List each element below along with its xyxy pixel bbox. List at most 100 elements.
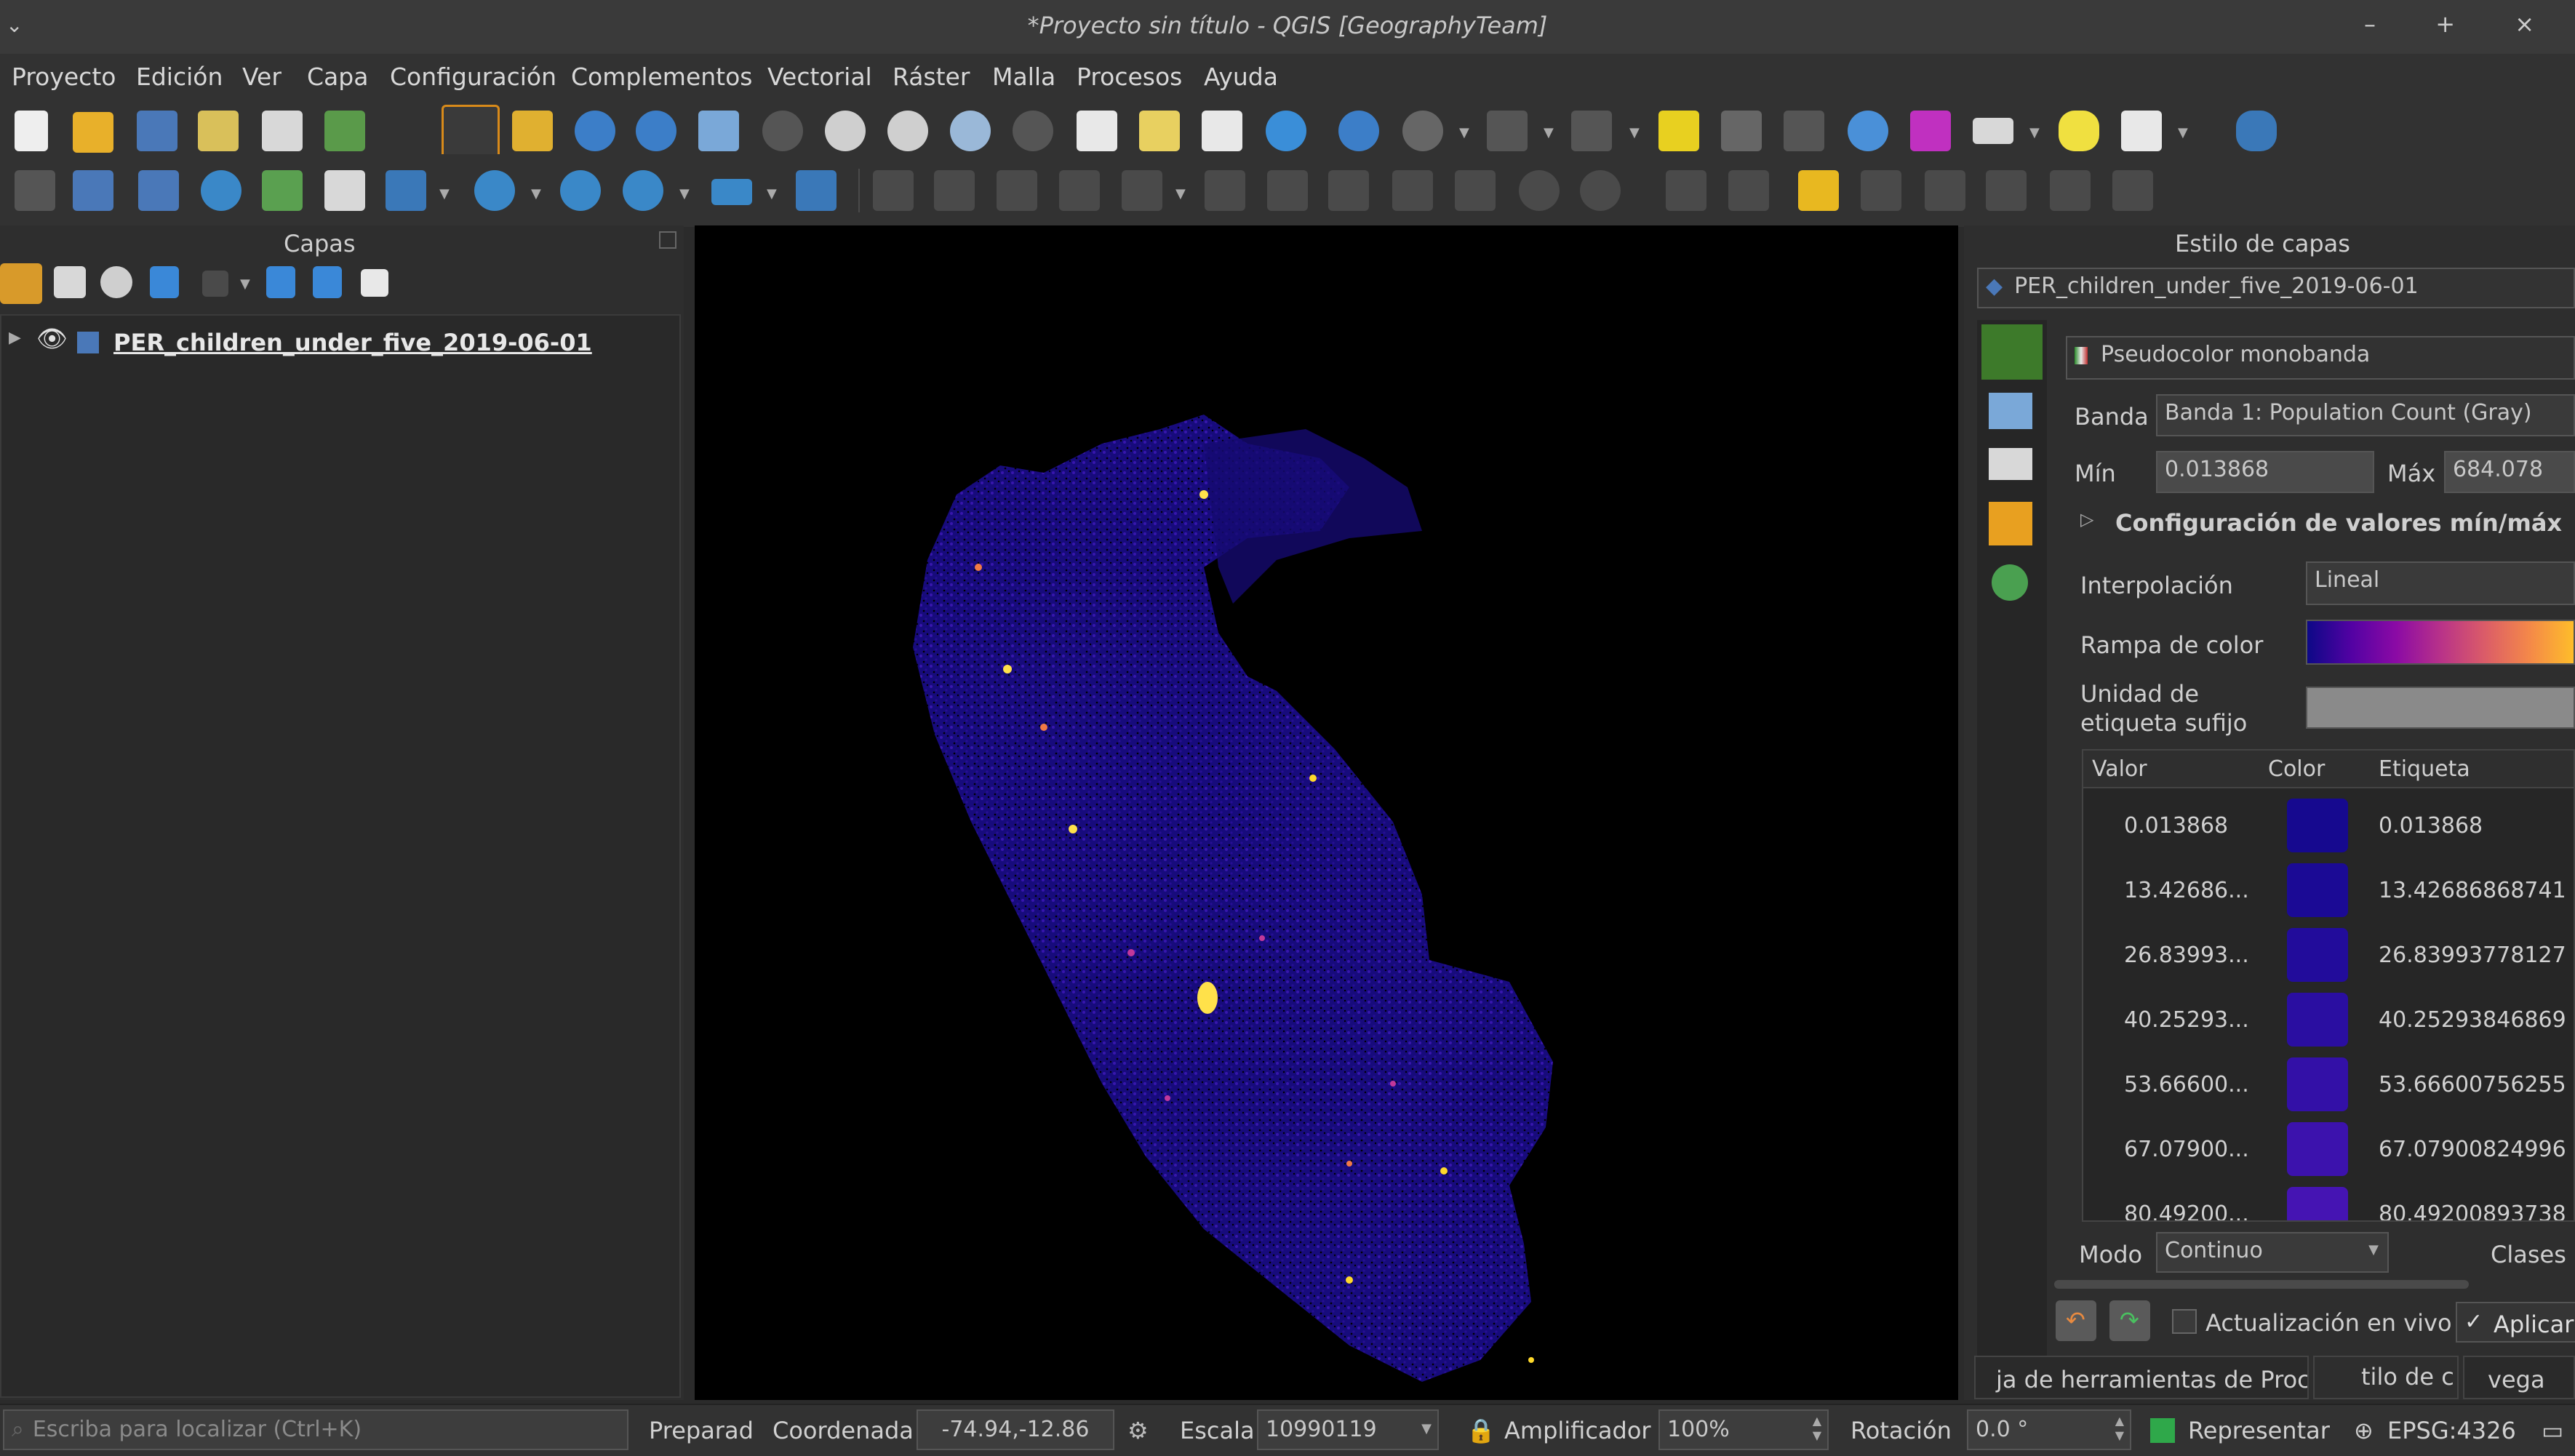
row-value[interactable]: 40.25293... [2124, 1007, 2249, 1033]
interpolation-select[interactable]: Lineal [2306, 561, 2575, 605]
change-label-icon[interactable] [2112, 170, 2153, 211]
select-features-icon[interactable] [1487, 111, 1528, 151]
move-label-icon[interactable] [1986, 170, 2027, 211]
row-value[interactable]: 53.66600... [2124, 1072, 2249, 1097]
row-value[interactable]: 26.83993... [2124, 943, 2249, 968]
zoom-out-icon[interactable] [636, 111, 676, 151]
color-map-table[interactable]: Valor Color Etiqueta 0.013868 0.013868 1… [2082, 749, 2575, 1222]
column-header-valor[interactable]: Valor [2092, 756, 2147, 782]
row-value[interactable]: 80.49200... [2124, 1201, 2249, 1220]
row-color-swatch[interactable] [2287, 993, 2348, 1047]
live-update-checkbox[interactable] [2172, 1309, 2197, 1334]
chevron-down-icon[interactable]: ▼ [1459, 125, 1469, 140]
copy-features-icon[interactable] [1392, 170, 1433, 211]
save-edits-icon[interactable] [997, 170, 1037, 211]
row-color-swatch[interactable] [2287, 1187, 2348, 1220]
python-console-icon[interactable] [2236, 111, 2277, 151]
show-hide-labels-icon[interactable] [1925, 170, 1965, 211]
zoom-full-icon[interactable] [698, 111, 739, 151]
refresh-icon[interactable] [1266, 111, 1306, 151]
close-panel-icon[interactable] [659, 231, 676, 249]
menu-edicion[interactable]: Edición [136, 63, 223, 91]
row-label[interactable]: 0.013868 [2379, 813, 2483, 839]
add-group-icon[interactable] [54, 266, 86, 298]
current-edits-icon[interactable] [934, 170, 975, 211]
remove-layer-icon[interactable] [361, 269, 388, 297]
tab-layer-styling[interactable]: tilo de c [2313, 1356, 2459, 1399]
mode-select[interactable]: Continuo ▼ [2156, 1232, 2389, 1273]
pin-labels-icon[interactable] [1861, 170, 1901, 211]
collapse-all-icon[interactable] [313, 266, 342, 298]
add-wcs-icon[interactable] [560, 170, 601, 211]
new-project-icon[interactable] [15, 111, 48, 151]
measure-icon[interactable] [1973, 118, 2013, 144]
filter-expression-icon[interactable] [202, 271, 228, 297]
row-color-swatch[interactable] [2287, 928, 2348, 982]
row-value[interactable]: 0.013868 [2124, 813, 2228, 839]
chevron-down-icon[interactable]: ▼ [2029, 125, 2040, 140]
expand-arrow-icon[interactable]: ▶ [9, 329, 21, 347]
table-row[interactable]: 26.83993... 26.83993778127 [2083, 922, 2574, 987]
zoom-last-icon[interactable] [950, 111, 991, 151]
transparency-tab-icon[interactable] [1989, 393, 2032, 429]
menu-raster[interactable]: Ráster [893, 63, 970, 91]
deselect-all-icon[interactable] [1658, 111, 1699, 151]
map-tips-icon[interactable] [2059, 111, 2099, 151]
redo-icon[interactable] [1580, 170, 1621, 211]
rendering-tab-icon[interactable] [1989, 502, 2032, 545]
column-header-etiqueta[interactable]: Etiqueta [2379, 756, 2470, 782]
menu-configuracion[interactable]: Configuración [390, 63, 556, 91]
scale-combobox[interactable]: 10990119 ▼ [1257, 1409, 1439, 1450]
menu-ayuda[interactable]: Ayuda [1204, 63, 1278, 91]
layer-style-icon[interactable] [0, 263, 42, 304]
crs-label[interactable]: EPSG:4326 [2387, 1417, 2516, 1444]
row-label[interactable]: 80.49200893738 [2379, 1201, 2566, 1220]
row-color-swatch[interactable] [2287, 1057, 2348, 1111]
magnifier-spinbox[interactable]: 100% ▲ ▼ [1658, 1409, 1829, 1450]
history-tab-icon[interactable] [1992, 564, 2028, 601]
layer-selector[interactable]: ◆ PER_children_under_five_2019-06-01 [1977, 268, 2575, 308]
row-color-swatch[interactable] [2287, 1122, 2348, 1176]
select-by-value-icon[interactable] [1571, 111, 1612, 151]
add-feature-icon[interactable] [1059, 170, 1100, 211]
identify-icon[interactable] [1338, 111, 1379, 151]
zoom-in-icon[interactable] [575, 111, 615, 151]
menu-procesos[interactable]: Procesos [1077, 63, 1182, 91]
max-input[interactable]: 684.078 [2444, 451, 2575, 493]
add-vector-layer-icon[interactable] [73, 170, 113, 211]
modify-attributes-icon[interactable] [1205, 170, 1245, 211]
menu-proyecto[interactable]: Proyecto [12, 63, 116, 91]
layer-item[interactable]: ▶ 👁 PER_children_under_five_2019-06-01 [1, 321, 678, 365]
menu-capa[interactable]: Capa [307, 63, 368, 91]
label-tool-icon[interactable] [1666, 170, 1706, 211]
minmax-settings-section[interactable]: Configuración de valores mín/máx [2115, 509, 2562, 537]
statistics-sum-icon[interactable] [1910, 111, 1951, 151]
table-row[interactable]: 67.07900... 67.07900824996 [2083, 1116, 2574, 1181]
color-ramp-button[interactable] [2306, 620, 2575, 665]
filter-legend-icon[interactable] [150, 266, 179, 298]
row-label[interactable]: 26.83993778127 [2379, 943, 2566, 968]
table-row[interactable]: 80.49200... 80.49200893738 [2083, 1181, 2574, 1220]
chevron-down-icon[interactable]: ▼ [439, 186, 450, 201]
manage-map-themes-icon[interactable] [100, 266, 132, 298]
highlight-pinned-labels-icon[interactable] [1798, 170, 1839, 211]
coordinate-field[interactable]: -74.94,-12.86 [917, 1409, 1114, 1450]
histogram-tab-icon[interactable] [1989, 448, 2032, 480]
tab-browser[interactable]: vega [2463, 1356, 2575, 1399]
redo-style-icon[interactable]: ↷ [2109, 1300, 2150, 1341]
pan-to-selection-icon[interactable] [512, 111, 553, 151]
new-temporary-layer-icon[interactable] [796, 170, 837, 211]
new-map-view-icon[interactable] [1077, 111, 1117, 151]
layout-manager-icon[interactable] [262, 111, 303, 151]
row-label[interactable]: 67.07900824996 [2379, 1137, 2566, 1162]
add-wfs-icon[interactable] [474, 170, 515, 211]
row-label[interactable]: 40.25293846869 [2379, 1007, 2566, 1033]
chevron-down-icon[interactable]: ▼ [679, 186, 690, 201]
menu-vectorial[interactable]: Vectorial [767, 63, 872, 91]
add-delimited-text-icon[interactable] [201, 170, 241, 211]
vertex-tool-icon[interactable] [1122, 170, 1162, 211]
row-color-swatch[interactable] [2287, 863, 2348, 917]
digitize-point-icon[interactable] [15, 170, 55, 211]
undo-style-icon[interactable]: ↶ [2056, 1300, 2096, 1341]
menu-complementos[interactable]: Complementos [571, 63, 752, 91]
